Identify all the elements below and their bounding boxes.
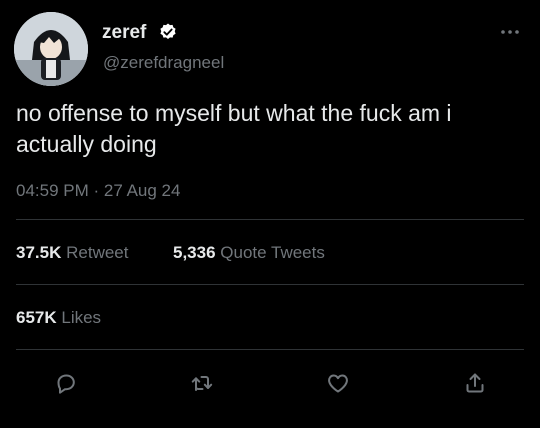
divider: [16, 349, 524, 350]
share-button[interactable]: [460, 368, 490, 398]
likes-stat[interactable]: 657K Likes: [16, 308, 101, 328]
verified-badge-icon: [160, 23, 176, 39]
handle[interactable]: @zerefdragneel: [103, 53, 224, 73]
quotes-stat[interactable]: 5,336 Quote Tweets: [173, 243, 325, 263]
reply-icon: [57, 374, 75, 394]
retweet-button[interactable]: [187, 368, 217, 398]
tweet-text: no offense to myself but what the fuck a…: [16, 100, 452, 157]
reply-button[interactable]: [51, 368, 81, 398]
likes-count: 657K: [16, 308, 57, 327]
quotes-label: Quote Tweets: [220, 243, 325, 262]
avatar-image: [14, 12, 88, 86]
quotes-count: 5,336: [173, 243, 216, 262]
like-button[interactable]: [323, 368, 353, 398]
retweets-stat[interactable]: 37.5K Retweet: [16, 243, 128, 263]
timestamp[interactable]: 04:59 PM · 27 Aug 24: [16, 181, 180, 201]
retweets-label: Retweet: [66, 243, 129, 262]
like-icon: [328, 374, 348, 393]
likes-label: Likes: [61, 308, 102, 327]
avatar[interactable]: [14, 12, 88, 86]
retweet-icon: [191, 376, 213, 391]
retweets-count: 37.5K: [16, 243, 62, 262]
share-icon: [466, 373, 484, 393]
divider: [16, 219, 524, 220]
divider: [16, 284, 524, 285]
display-name[interactable]: zeref: [102, 22, 146, 44]
more-options-icon[interactable]: [498, 24, 522, 40]
